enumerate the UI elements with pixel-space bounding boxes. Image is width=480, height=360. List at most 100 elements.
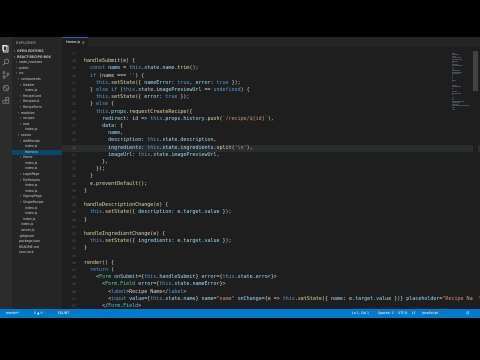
code-line[interactable]: 22 } else if (this.state.imagePreviewUrl… bbox=[62, 87, 480, 94]
status-item-left[interactable]: 0 ▲ 0 bbox=[34, 309, 43, 318]
status-item-right[interactable]: Ln 1, Col 1 bbox=[352, 309, 369, 318]
code-token: props bbox=[111, 108, 127, 115]
code-token: this bbox=[144, 274, 157, 281]
line-number: 26 bbox=[71, 116, 76, 121]
scroll-thumb[interactable] bbox=[473, 51, 478, 91]
code-token: split bbox=[216, 144, 232, 151]
code-line[interactable]: 40} bbox=[62, 217, 480, 224]
code-line[interactable]: 33 }); bbox=[62, 166, 480, 173]
tab-home-js[interactable]: Home.js × bbox=[62, 37, 88, 47]
code-line[interactable]: 26 redirect: id => this.props.history.pu… bbox=[62, 116, 480, 123]
extensions-icon[interactable] bbox=[2, 97, 10, 105]
code-line[interactable]: 18 handleSubmit(e) { bbox=[62, 58, 480, 65]
code-line[interactable]: 20 if (name === '') { bbox=[62, 73, 480, 80]
status-item-left[interactable]: master* bbox=[6, 309, 19, 318]
line-number: 25 bbox=[71, 109, 76, 114]
code-text: } bbox=[84, 173, 93, 180]
source-control-icon[interactable] bbox=[2, 71, 10, 79]
code-token: target bbox=[355, 295, 374, 302]
code-token: true bbox=[177, 79, 190, 86]
line-number: 44 bbox=[71, 246, 76, 251]
line-number: 36 bbox=[71, 188, 76, 193]
code-line[interactable]: 36} bbox=[62, 188, 480, 195]
code-token: (name === bbox=[96, 72, 130, 79]
status-item-left[interactable]: ESLINT bbox=[58, 309, 69, 318]
code-token: (); bbox=[189, 65, 199, 72]
code-line[interactable]: 24 } else { bbox=[62, 101, 480, 108]
code-token: } bbox=[84, 187, 88, 194]
code-line[interactable]: 27 data: { bbox=[62, 123, 480, 130]
editor-scrollbar[interactable] bbox=[473, 51, 478, 301]
status-item-right[interactable]: UTF-8 bbox=[398, 309, 407, 318]
code-token: ), bbox=[267, 115, 274, 122]
close-icon[interactable]: × bbox=[82, 38, 85, 47]
line-number: 33 bbox=[71, 167, 76, 172]
code-line[interactable]: 35 e.preventDefault(); bbox=[62, 181, 480, 188]
code-line[interactable]: 25 this.props.requestCreateRecipe({ bbox=[62, 109, 480, 116]
code-token: } bbox=[84, 216, 88, 223]
code-line[interactable]: 23 this.setState({ error: true }); bbox=[62, 94, 480, 101]
explorer-item-label: package.json bbox=[19, 239, 40, 244]
code-line[interactable]: 41 bbox=[62, 224, 480, 231]
code-line[interactable]: 44} bbox=[62, 245, 480, 252]
minimap[interactable] bbox=[452, 51, 470, 301]
minimap-line bbox=[452, 79, 456, 81]
code-line[interactable]: 43 this.setState({ ingredients: e.target… bbox=[62, 238, 480, 245]
explorer-item-label: server.js bbox=[21, 228, 35, 232]
explorer-item-label: RecipeCard bbox=[23, 93, 42, 98]
code-line[interactable]: 32 }, bbox=[62, 159, 480, 166]
code-token: this bbox=[138, 151, 151, 158]
code-line[interactable]: 31 imageUrl: this.state.imagePreviewUrl, bbox=[62, 152, 480, 159]
debug-icon[interactable] bbox=[2, 84, 10, 92]
code-token: target bbox=[183, 209, 202, 216]
code-token: handleIngredientChange bbox=[84, 231, 151, 237]
code-line[interactable]: 45 bbox=[62, 253, 480, 260]
status-item-right[interactable]: JavaScript bbox=[422, 309, 438, 318]
code-line[interactable]: 30 ingredients: this.state.ingredients.s… bbox=[62, 144, 480, 152]
code-line[interactable]: 50 <label>Recipe Name</label> bbox=[62, 289, 480, 296]
code-token: e. bbox=[84, 180, 97, 187]
explorer-item-label: index.js bbox=[25, 144, 38, 149]
code-line[interactable]: 51 <input value={this.state.name} name="… bbox=[62, 296, 480, 303]
code-token: }); bbox=[84, 166, 106, 173]
code-text: <Form.Field error={this.state.nameError}… bbox=[84, 281, 226, 288]
code-text: return ( bbox=[84, 267, 114, 274]
code-token: this bbox=[150, 115, 163, 122]
code-token: , bbox=[120, 130, 124, 137]
code-text: handleIngredientChange(e) { bbox=[84, 231, 165, 238]
files-icon[interactable] bbox=[2, 45, 10, 53]
code-token: value bbox=[204, 209, 220, 216]
explorer-item-label: index.js bbox=[25, 166, 38, 171]
code-token: else if bbox=[96, 87, 118, 93]
code-line[interactable]: 39 this.setState({ description: e.target… bbox=[62, 209, 480, 216]
code-line[interactable]: 48 <Form onSubmit={this.handleSubmit} er… bbox=[62, 274, 480, 281]
code-line[interactable]: 37 bbox=[62, 195, 480, 202]
code-token: (e) { bbox=[150, 231, 166, 237]
code-text: this.setState({ error: true }); bbox=[84, 94, 189, 101]
code-line[interactable]: 42 handleIngredientChange(e) { bbox=[62, 231, 480, 238]
code-line[interactable]: 19 const name = this.state.name.trim(); bbox=[62, 65, 480, 72]
code-line[interactable]: 46 render() { bbox=[62, 260, 480, 267]
code-token: undefined bbox=[213, 87, 241, 93]
code-text: const name = this.state.name.trim(); bbox=[84, 65, 198, 72]
status-item-right[interactable]: ☺ bbox=[466, 309, 469, 318]
line-number: 41 bbox=[71, 224, 76, 229]
code-token: render bbox=[84, 259, 103, 266]
status-item-right[interactable]: LF bbox=[412, 309, 416, 318]
code-line[interactable]: 28 name, bbox=[62, 130, 480, 137]
explorer-item-label: Home.js bbox=[25, 149, 38, 154]
code-line[interactable]: 29 description: this.state.description, bbox=[62, 137, 480, 144]
explorer-file[interactable]: yarn.lock bbox=[12, 250, 62, 256]
code-token: ), bbox=[246, 144, 253, 151]
code-line[interactable]: 49 <Form.Field error={this.state.nameErr… bbox=[62, 281, 480, 288]
code-line[interactable]: 34 } bbox=[62, 173, 480, 180]
code-token: ({ bbox=[129, 209, 139, 216]
code-line[interactable]: 17 bbox=[62, 51, 480, 58]
line-number: 19 bbox=[71, 66, 76, 71]
code-line[interactable]: 38 handleDescriptionChange(e) { bbox=[62, 202, 480, 209]
code-line[interactable]: 47 return ( bbox=[62, 267, 480, 274]
status-item-right[interactable]: Spaces: 2 bbox=[378, 309, 394, 318]
code-line[interactable]: 21 this.setState({ nameError: true, erro… bbox=[62, 80, 480, 87]
search-icon[interactable] bbox=[2, 58, 10, 66]
